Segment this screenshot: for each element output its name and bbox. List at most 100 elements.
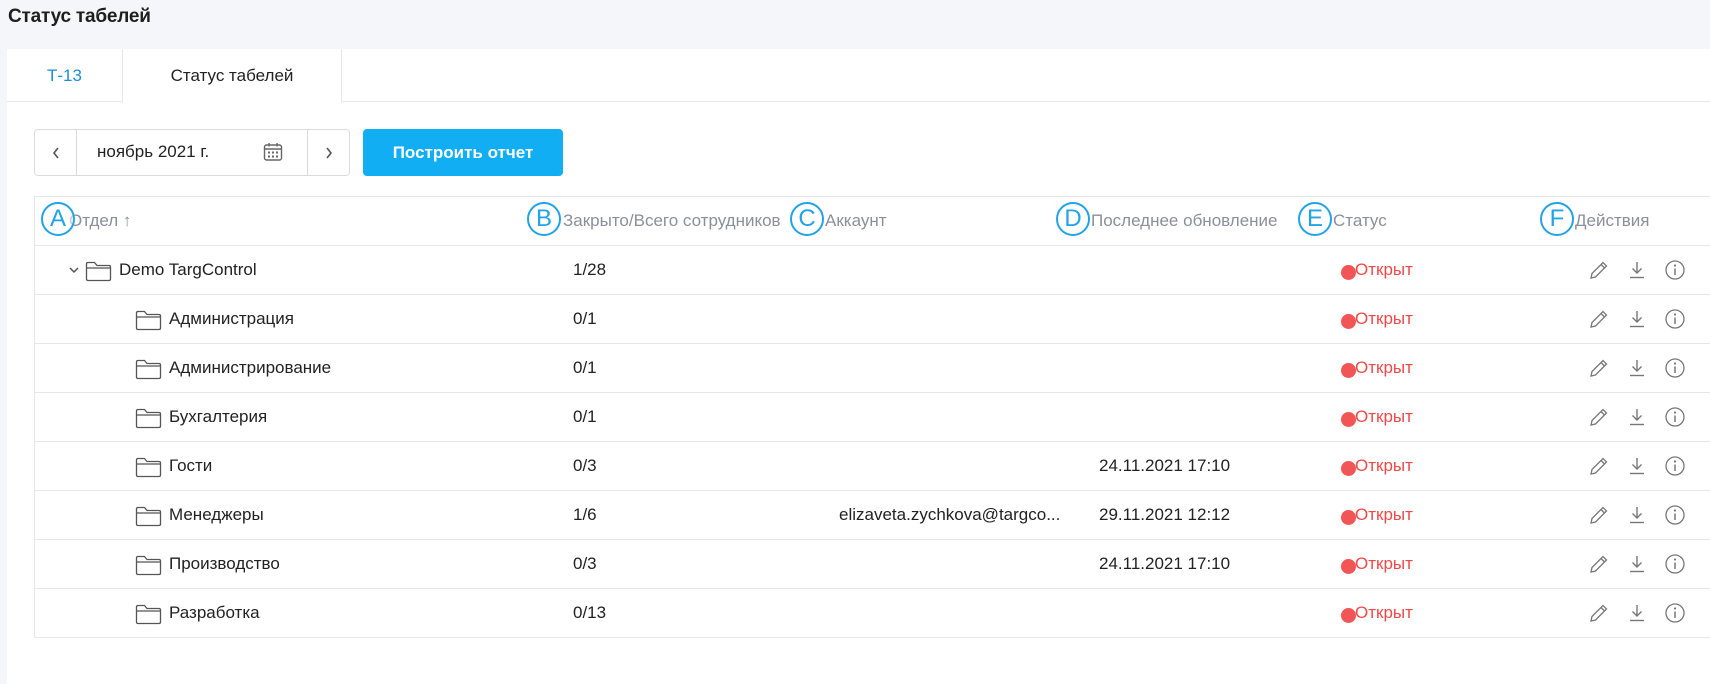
- status-dot-icon: [1341, 265, 1356, 280]
- status-badge: Открыт: [1355, 554, 1413, 573]
- annotation-marker-a: A: [41, 202, 75, 236]
- status-badge: Открыт: [1355, 603, 1413, 622]
- edit-icon[interactable]: [1587, 307, 1611, 331]
- column-header-otdel[interactable]: Отдел ↑: [69, 211, 131, 231]
- info-icon[interactable]: [1663, 552, 1687, 576]
- status-dot-icon: [1341, 412, 1356, 427]
- info-icon[interactable]: [1663, 356, 1687, 380]
- page-title: Статус табелей: [8, 6, 151, 27]
- chevron-right-icon: [325, 147, 332, 158]
- folder-icon: [85, 260, 112, 282]
- download-icon[interactable]: [1625, 307, 1649, 331]
- tab-status-tabeley[interactable]: Статус табелей: [122, 49, 342, 103]
- status-dot-icon: [1341, 608, 1356, 623]
- table-header: Отдел ↑ Закрыто/Всего сотрудников Аккаун…: [35, 197, 1710, 246]
- month-input[interactable]: ноябрь 2021 г.: [97, 142, 209, 162]
- edit-icon[interactable]: [1587, 356, 1611, 380]
- status-badge: Открыт: [1355, 309, 1413, 328]
- edit-icon[interactable]: [1587, 454, 1611, 478]
- department-name: Администрация: [169, 309, 294, 328]
- status-badge: Открыт: [1355, 407, 1413, 426]
- calendar-icon[interactable]: [262, 141, 284, 163]
- closed-total-count: 0/3: [573, 456, 597, 475]
- department-name: Demo TargControl: [119, 260, 257, 279]
- table-row[interactable]: Demo TargControl 1/28 Открыт: [35, 246, 1710, 295]
- download-icon[interactable]: [1625, 258, 1649, 282]
- chevron-down-icon[interactable]: [67, 260, 81, 280]
- folder-icon: [135, 456, 162, 478]
- table-row[interactable]: Гости 0/3 24.11.2021 17:10 Открыт: [35, 442, 1710, 491]
- annotation-marker-e: E: [1298, 202, 1332, 236]
- edit-icon[interactable]: [1587, 503, 1611, 527]
- closed-total-count: 0/13: [573, 603, 607, 622]
- department-name: Гости: [169, 456, 213, 475]
- table-row[interactable]: Администрация 0/1 Открыт: [35, 295, 1710, 344]
- annotation-marker-c: C: [790, 202, 824, 236]
- column-header-closed-total[interactable]: Закрыто/Всего сотрудников: [563, 211, 793, 231]
- last-update-value: 29.11.2021 12:12: [1099, 505, 1231, 524]
- column-header-actions: Действия: [1575, 211, 1650, 230]
- column-header-last-update[interactable]: Последнее обновление: [1091, 211, 1278, 231]
- account-value: elizaveta.zychkova@targco...: [839, 505, 1061, 524]
- closed-total-count: 1/6: [573, 505, 597, 524]
- folder-icon: [135, 358, 162, 380]
- next-month-button[interactable]: [307, 130, 349, 175]
- info-icon[interactable]: [1663, 454, 1687, 478]
- content-card: Т-13 Статус табелей ноябрь 2021 г. Постр…: [7, 49, 1710, 684]
- chevron-left-icon: [52, 147, 59, 158]
- closed-total-count: 0/1: [573, 309, 597, 328]
- build-report-button[interactable]: Построить отчет: [363, 129, 563, 176]
- download-icon[interactable]: [1625, 552, 1649, 576]
- download-icon[interactable]: [1625, 405, 1649, 429]
- info-icon[interactable]: [1663, 601, 1687, 625]
- status-dot-icon: [1341, 314, 1356, 329]
- status-dot-icon: [1341, 559, 1356, 574]
- folder-icon: [135, 407, 162, 429]
- department-name: Менеджеры: [169, 505, 264, 524]
- department-name: Производство: [169, 554, 280, 573]
- status-badge: Открыт: [1355, 505, 1413, 524]
- folder-icon: [135, 505, 162, 527]
- download-icon[interactable]: [1625, 356, 1649, 380]
- edit-icon[interactable]: [1587, 405, 1611, 429]
- download-icon[interactable]: [1625, 503, 1649, 527]
- info-icon[interactable]: [1663, 307, 1687, 331]
- download-icon[interactable]: [1625, 601, 1649, 625]
- status-badge: Открыт: [1355, 358, 1413, 377]
- department-name: Бухгалтерия: [169, 407, 268, 426]
- closed-total-count: 0/3: [573, 554, 597, 573]
- folder-icon: [135, 309, 162, 331]
- info-icon[interactable]: [1663, 405, 1687, 429]
- closed-total-count: 1/28: [573, 260, 607, 279]
- department-name: Администрирование: [169, 358, 332, 377]
- closed-total-count: 0/1: [573, 407, 597, 426]
- edit-icon[interactable]: [1587, 552, 1611, 576]
- last-update-value: 24.11.2021 17:10: [1099, 554, 1231, 573]
- download-icon[interactable]: [1625, 454, 1649, 478]
- table-row[interactable]: Производство 0/3 24.11.2021 17:10 Открыт: [35, 540, 1710, 589]
- folder-icon: [135, 603, 162, 625]
- last-update-value: 24.11.2021 17:10: [1099, 456, 1231, 475]
- edit-icon[interactable]: [1587, 258, 1611, 282]
- tab-t13[interactable]: Т-13: [7, 49, 122, 102]
- table-row[interactable]: Бухгалтерия 0/1 Открыт: [35, 393, 1710, 442]
- status-table: Отдел ↑ Закрыто/Всего сотрудников Аккаун…: [34, 196, 1710, 638]
- info-icon[interactable]: [1663, 258, 1687, 282]
- status-dot-icon: [1341, 510, 1356, 525]
- table-row[interactable]: Администрирование 0/1 Открыт: [35, 344, 1710, 393]
- column-header-status[interactable]: Статус: [1333, 211, 1387, 231]
- column-header-account[interactable]: Аккаунт: [825, 211, 887, 231]
- table-row[interactable]: Менеджеры 1/6 elizaveta.zychkova@targco...…: [35, 491, 1710, 540]
- annotation-marker-d: D: [1056, 202, 1090, 236]
- folder-icon: [135, 554, 162, 576]
- prev-month-button[interactable]: [35, 130, 77, 175]
- annotation-marker-f: F: [1540, 202, 1574, 236]
- edit-icon[interactable]: [1587, 601, 1611, 625]
- info-icon[interactable]: [1663, 503, 1687, 527]
- status-badge: Открыт: [1355, 456, 1413, 475]
- table-row[interactable]: Разработка 0/13 Открыт: [35, 589, 1710, 638]
- month-picker: ноябрь 2021 г.: [34, 129, 350, 176]
- status-dot-icon: [1341, 363, 1356, 378]
- department-name: Разработка: [169, 603, 260, 622]
- annotation-marker-b: B: [527, 202, 561, 236]
